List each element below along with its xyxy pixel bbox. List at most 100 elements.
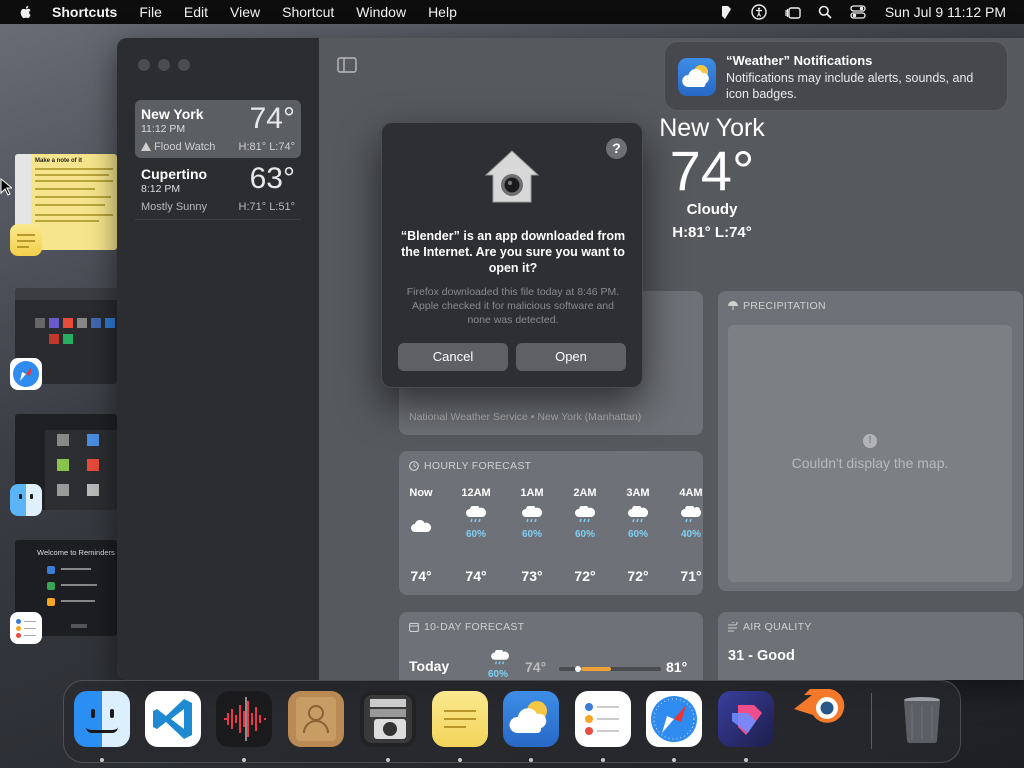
hour-column: 12AM 60% 74°: [456, 487, 496, 584]
open-button[interactable]: Open: [516, 343, 626, 371]
weather-sidebar: New York 11:12 PM 74° Flood Watch H:81° …: [117, 38, 319, 680]
blender-icon[interactable]: [788, 675, 854, 741]
hour-temp: 72°: [574, 568, 596, 584]
menu-bar: Shortcuts File Edit View Shortcut Window…: [0, 0, 1024, 24]
menu-file[interactable]: File: [139, 4, 162, 20]
notification-body: Notifications may include alerts, sounds…: [726, 71, 974, 101]
precipitation-title: PRECIPITATION: [728, 300, 826, 312]
hour-label: 2AM: [573, 487, 597, 499]
running-indicator: [744, 758, 748, 762]
moon-rain-icon: [681, 504, 702, 523]
hourly-forecast-card[interactable]: HOURLY FORECAST Now 74° 12AM 60% 74° 1AM…: [399, 451, 703, 595]
menu-help[interactable]: Help: [428, 4, 457, 20]
hero-hilo: H:81° L:74°: [672, 224, 752, 241]
precipitation-card[interactable]: PRECIPITATION ! Couldn't display the map…: [718, 291, 1023, 591]
shortcuts-status-icon[interactable]: [718, 4, 735, 21]
dock: [63, 680, 961, 763]
hour-temp: 74°: [465, 568, 487, 584]
warning-icon: [141, 142, 151, 151]
hour-column: 4AM 40% 71°: [671, 487, 703, 584]
vscode-icon[interactable]: [145, 691, 201, 747]
clock-icon: [409, 461, 419, 471]
apple-menu-icon[interactable]: [18, 4, 34, 20]
hour-precip: 40%: [680, 529, 701, 540]
hour-precip: 60%: [574, 529, 595, 540]
hour-precip: 60%: [627, 529, 648, 540]
menu-view[interactable]: View: [230, 4, 260, 20]
hour-column: Now 74°: [401, 487, 441, 584]
city-condition: Mostly Sunny: [141, 201, 208, 213]
precipitation-title-text: PRECIPITATION: [743, 300, 826, 312]
menu-clock[interactable]: Sun Jul 9 11:12 PM: [885, 4, 1006, 20]
zoom-button[interactable]: [178, 59, 190, 71]
tenday-precip: 60%: [488, 669, 509, 680]
contacts-icon[interactable]: [288, 691, 344, 747]
alert-source: National Weather Service • New York (Man…: [409, 411, 642, 423]
running-indicator: [100, 758, 104, 762]
control-center-icon[interactable]: [850, 4, 867, 21]
safari-app-icon[interactable]: [10, 358, 42, 390]
hour-precip: 60%: [521, 529, 542, 540]
minimize-button[interactable]: [158, 59, 170, 71]
running-indicator: [242, 758, 246, 762]
city-temp: 74°: [249, 102, 295, 135]
rain-cloud-icon: [466, 504, 487, 523]
city-hilo: H:71° L:51°: [238, 201, 296, 213]
stage-manager-icon[interactable]: [784, 4, 801, 21]
city-condition-text: Flood Watch: [154, 141, 216, 153]
finder-app-icon[interactable]: [10, 484, 42, 516]
tenday-title-text: 10-DAY FORECAST: [424, 621, 525, 633]
hour-label: 1AM: [520, 487, 544, 499]
voice-memos-icon[interactable]: [216, 691, 272, 747]
accessibility-icon[interactable]: [751, 4, 768, 21]
trash-icon[interactable]: [894, 691, 950, 747]
notification-title: “Weather” Notifications: [726, 53, 873, 68]
air-quality-title: AIR QUALITY: [728, 621, 812, 633]
notes-icon[interactable]: [432, 691, 488, 747]
menu-shortcut[interactable]: Shortcut: [282, 4, 334, 20]
hour-temp: 73°: [521, 568, 543, 584]
rain-cloud-icon: [491, 650, 509, 665]
menu-app-name[interactable]: Shortcuts: [52, 4, 117, 20]
running-indicator: [386, 758, 390, 762]
hourly-title-text: HOURLY FORECAST: [424, 460, 532, 472]
wind-icon: [728, 622, 738, 632]
sidebar-city-new-york[interactable]: New York 11:12 PM 74° Flood Watch H:81° …: [135, 100, 301, 158]
help-button[interactable]: ?: [606, 138, 627, 159]
hourly-title: HOURLY FORECAST: [409, 460, 531, 472]
city-temp: 63°: [249, 162, 295, 195]
tenday-title: 10-DAY FORECAST: [409, 621, 524, 633]
air-quality-card[interactable]: AIR QUALITY 31 - Good: [718, 612, 1023, 680]
hour-column: 2AM 60% 72°: [565, 487, 605, 584]
finder-icon[interactable]: [74, 691, 130, 747]
running-indicator: [601, 758, 605, 762]
hour-label: 12AM: [461, 487, 491, 499]
notes-thumb-title: Make a note of it: [35, 158, 83, 164]
tenday-low: 74°: [525, 659, 547, 675]
ten-day-forecast-card[interactable]: 10-DAY FORECAST Today 60% 74° 81°: [399, 612, 703, 680]
menu-edit[interactable]: Edit: [184, 4, 208, 20]
safari-icon[interactable]: [646, 691, 702, 747]
shortcuts-icon[interactable]: [718, 691, 774, 747]
running-indicator: [672, 758, 676, 762]
weather-icon[interactable]: [503, 691, 559, 747]
tenday-day: Today: [409, 658, 450, 674]
close-button[interactable]: [138, 59, 150, 71]
weather-notification[interactable]: “Weather” Notifications Notifications ma…: [664, 41, 1008, 111]
sidebar-toggle-icon[interactable]: [337, 57, 357, 73]
reminders-icon[interactable]: [575, 691, 631, 747]
menu-window[interactable]: Window: [356, 4, 406, 20]
hour-temp: 74°: [410, 568, 432, 584]
image-capture-icon[interactable]: [360, 691, 416, 747]
hour-label: Now: [409, 487, 433, 499]
precipitation-map[interactable]: ! Couldn't display the map.: [728, 325, 1012, 582]
sidebar-city-cupertino[interactable]: Cupertino 8:12 PM 63° Mostly Sunny H:71°…: [135, 160, 301, 218]
spotlight-search-icon[interactable]: [817, 4, 834, 21]
rain-cloud-icon: [628, 504, 649, 523]
cancel-button[interactable]: Cancel: [398, 343, 508, 371]
hero-temp: 74°: [669, 139, 755, 202]
reminders-app-icon[interactable]: [10, 612, 42, 644]
air-quality-value: 31 - Good: [728, 648, 795, 664]
rain-cloud-icon: [575, 504, 596, 523]
notes-app-icon[interactable]: [10, 224, 42, 256]
